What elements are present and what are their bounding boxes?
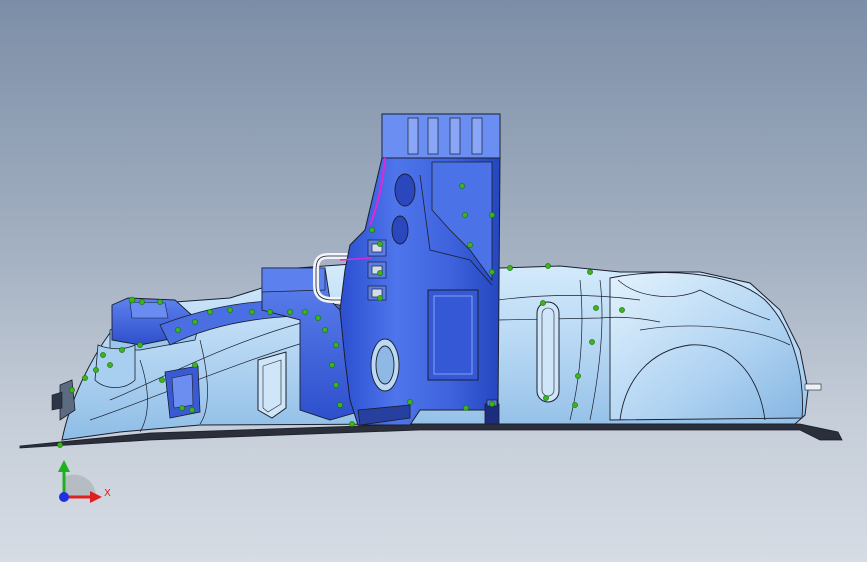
- coordinate-triad-icon: X: [58, 460, 111, 503]
- cad-viewport[interactable]: X: [0, 0, 867, 562]
- triad-z-axis: [59, 492, 69, 502]
- triad-x-label: X: [104, 488, 111, 499]
- triad-y-arrow: [58, 460, 70, 472]
- triad-x-arrow: [90, 491, 102, 503]
